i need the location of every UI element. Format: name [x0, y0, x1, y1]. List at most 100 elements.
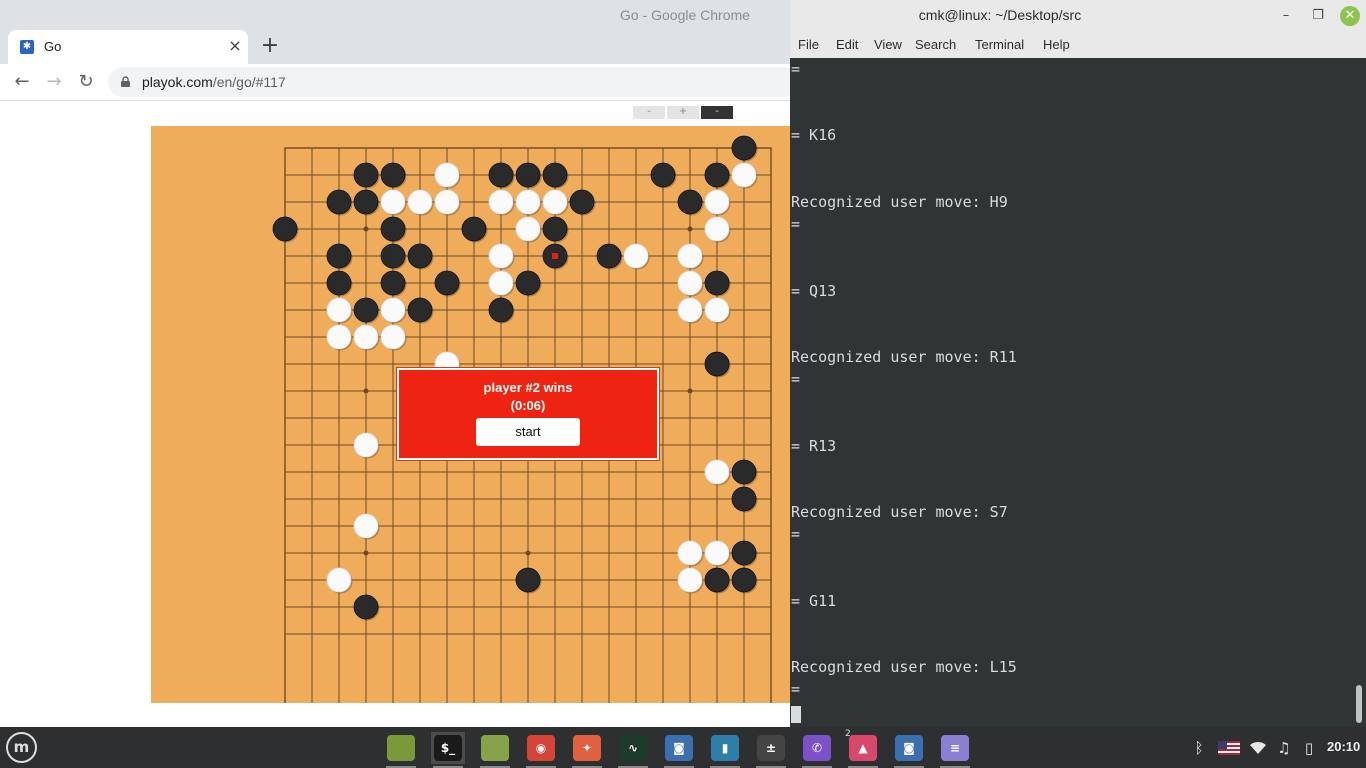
terminal-window: cmk@linux: ~/Desktop/src – ❐ ✕ File Edit…: [790, 0, 1366, 765]
screenshot-launcher[interactable]: ◙: [662, 732, 696, 768]
black-stone: [731, 459, 757, 485]
star-point: [363, 550, 369, 556]
notification-badge: 2: [845, 729, 851, 739]
close-icon[interactable]: ✕: [1340, 6, 1360, 26]
terminal-launcher[interactable]: $_: [431, 732, 465, 768]
battery-icon[interactable]: ▯: [1301, 738, 1317, 758]
black-stone: [515, 270, 541, 296]
show-desktop-launcher[interactable]: [384, 732, 418, 768]
gimp-launcher[interactable]: ✦: [570, 732, 604, 768]
terminal-title: cmk@linux: ~/Desktop/src: [918, 7, 1082, 23]
maximize-icon[interactable]: ❐: [1308, 6, 1328, 26]
reload-icon[interactable]: ↻: [74, 70, 98, 94]
files-launcher[interactable]: [478, 732, 512, 768]
result-text: player #2 wins: [483, 380, 573, 395]
white-stone: [353, 432, 379, 458]
tab-close-icon[interactable]: ×: [225, 36, 245, 56]
white-stone: [326, 324, 352, 350]
menu-view[interactable]: View: [874, 37, 902, 52]
terminal-scrollbar[interactable]: [1356, 685, 1362, 723]
chrome-icon: ◉: [527, 735, 555, 761]
black-stone: [353, 162, 379, 188]
white-stone: [677, 243, 703, 269]
menu-terminal[interactable]: Terminal: [975, 37, 1024, 52]
black-stone: [488, 297, 514, 323]
terminal-line: =: [791, 370, 801, 389]
last-move-marker: [552, 253, 558, 259]
black-stone: [515, 567, 541, 593]
black-stone: [326, 189, 352, 215]
white-stone: [677, 270, 703, 296]
black-stone: [380, 270, 406, 296]
black-stone: [542, 162, 568, 188]
white-stone: [677, 540, 703, 566]
terminal-line: Recognized user move: R11: [791, 347, 1017, 366]
calculator-icon: ±: [757, 735, 785, 761]
white-stone: [704, 297, 730, 323]
black-stone: [650, 162, 676, 188]
terminal-line: =: [791, 60, 801, 78]
tab-go[interactable]: ✱ Go ×: [8, 30, 248, 64]
white-stone: [353, 324, 379, 350]
black-stone: [704, 270, 730, 296]
mint-menu-icon[interactable]: m: [6, 732, 37, 763]
text-editor-launcher[interactable]: ≡: [938, 732, 972, 768]
window-title: Go - Google Chrome: [620, 7, 750, 23]
files-icon: [481, 735, 509, 761]
black-stone: [272, 216, 298, 242]
wifi-icon[interactable]: [1249, 738, 1267, 758]
system-monitor-launcher[interactable]: ∿: [616, 732, 650, 768]
minimize-board-button[interactable]: -: [701, 106, 733, 119]
black-stone: [569, 189, 595, 215]
black-stone: [353, 297, 379, 323]
terminal-line: = R13: [791, 436, 837, 455]
black-stone: [353, 189, 379, 215]
viber-icon: ✆: [803, 735, 831, 761]
star-point: [525, 550, 531, 556]
black-stone: [596, 243, 622, 269]
terminal-line: = G11: [791, 591, 837, 610]
zoom-in-button[interactable]: +: [667, 106, 699, 119]
start-button[interactable]: start: [476, 418, 580, 446]
terminal-line: Recognized user move: S7: [791, 503, 1008, 521]
chrome-window: Go - Google Chrome ✱ Go × + ← → ↻ playok…: [0, 0, 798, 727]
black-stone: [731, 540, 757, 566]
image-viewer-launcher[interactable]: ▲: [846, 732, 880, 768]
keyboard-layout-flag-icon[interactable]: [1218, 738, 1240, 758]
back-arrow-icon[interactable]: ←: [10, 70, 34, 94]
white-stone: [434, 189, 460, 215]
new-tab-button[interactable]: +: [258, 34, 282, 58]
chrome-launcher[interactable]: ◉: [524, 732, 558, 768]
terminal-line: Recognized user move: L15: [791, 658, 1017, 677]
menu-edit[interactable]: Edit: [836, 37, 858, 52]
calculator-launcher[interactable]: ±: [754, 732, 788, 768]
menu-help[interactable]: Help: [1043, 37, 1070, 52]
black-stone: [326, 243, 352, 269]
viber-launcher[interactable]: ✆: [800, 732, 834, 768]
white-stone: [677, 567, 703, 593]
menu-file[interactable]: File: [798, 37, 819, 52]
black-stone: [515, 162, 541, 188]
bluetooth-icon[interactable]: ᛒ: [1190, 738, 1208, 758]
screenshot-2-launcher[interactable]: ◙: [892, 732, 926, 768]
minimize-icon[interactable]: –: [1276, 6, 1296, 26]
white-stone: [704, 540, 730, 566]
zoom-out-button[interactable]: -: [633, 106, 665, 119]
screenshot-icon: ◙: [665, 735, 693, 761]
black-stone: [434, 270, 460, 296]
terminal-output[interactable]: = = K16 Recognized user move: H9 = = Q13 Reco…: [791, 58, 1351, 765]
lock-icon: [121, 76, 130, 87]
gimp-icon: ✦: [573, 735, 601, 761]
sound-icon[interactable]: ♫: [1276, 738, 1292, 758]
star-point: [363, 388, 369, 394]
xournal-launcher[interactable]: ▮: [708, 732, 742, 768]
address-bar[interactable]: playok.com/en/go/#117: [108, 67, 798, 97]
menu-search[interactable]: Search: [915, 37, 956, 52]
black-stone: [704, 351, 730, 377]
forward-arrow-icon[interactable]: →: [42, 70, 66, 94]
terminal-line: =: [791, 215, 801, 234]
clock[interactable]: 20:10: [1327, 739, 1360, 754]
system-monitor-icon: ∿: [619, 735, 647, 761]
playok-favicon-icon: ✱: [20, 40, 34, 54]
star-point: [363, 226, 369, 232]
